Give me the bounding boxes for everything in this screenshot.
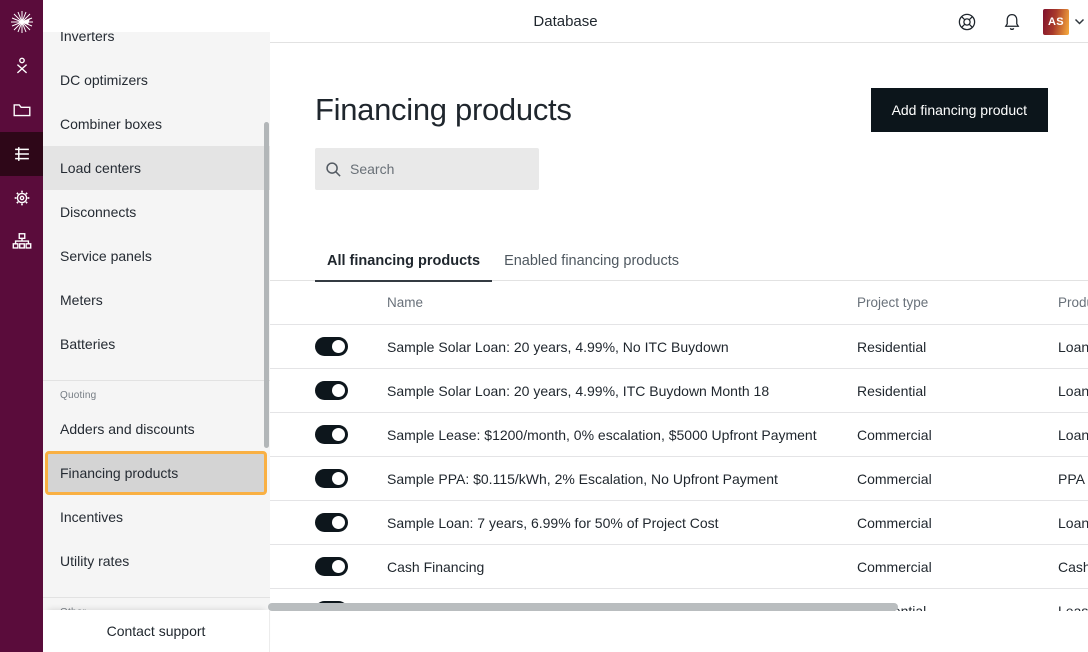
header-name: Name xyxy=(387,295,424,310)
enabled-toggle[interactable] xyxy=(315,381,348,400)
sidebar-item-disconnects[interactable]: Disconnects xyxy=(43,190,270,234)
cell-product-type: Cash xyxy=(1058,558,1088,575)
contact-support-button[interactable]: Contact support xyxy=(107,623,206,639)
cell-name: Sample Solar Loan: 20 years, 4.99%, No I… xyxy=(387,338,729,355)
cell-project-type: Commercial xyxy=(857,558,932,575)
help-icon[interactable] xyxy=(954,0,980,43)
table-row[interactable]: Sample Loan: 7 years, 6.99% for 50% of P… xyxy=(270,501,1088,545)
toggle-knob xyxy=(332,560,345,573)
cell-project-type: Residential xyxy=(857,338,927,355)
sidebar-item-financing-products[interactable]: Financing products xyxy=(45,451,267,495)
toggle-knob xyxy=(332,340,345,353)
cell-toggle xyxy=(315,337,387,356)
cell-name: Sample Lease: $1200/month, 0% escalation… xyxy=(387,426,817,443)
tab-enabled-financing-products[interactable]: Enabled financing products xyxy=(492,240,691,281)
enabled-toggle[interactable] xyxy=(315,469,348,488)
search-icon xyxy=(326,161,341,177)
sidebar-section-label: Other xyxy=(43,598,270,610)
notifications-bell-icon[interactable] xyxy=(999,0,1025,43)
enabled-toggle[interactable] xyxy=(315,557,348,576)
sidebar-section-label: Quoting xyxy=(60,390,97,401)
cell-name: Sample Loan: 7 years, 6.99% for 50% of P… xyxy=(387,514,719,531)
folders-icon[interactable] xyxy=(0,88,43,132)
table-row[interactable]: Cash Financing Commercial Cash xyxy=(270,545,1088,589)
cell-toggle xyxy=(315,557,387,576)
table-horizontal-scrollbar[interactable] xyxy=(268,603,898,611)
avatar-initials: AS xyxy=(1048,16,1064,28)
toggle-knob xyxy=(332,516,345,529)
cell-product-type: Loan xyxy=(1058,426,1088,443)
enabled-toggle[interactable] xyxy=(315,513,348,532)
cell-toggle xyxy=(315,469,387,488)
page-title: Financing products xyxy=(315,92,572,127)
cell-product-type: PPA xyxy=(1058,470,1085,487)
topbar-sidebar-cover xyxy=(43,0,270,32)
header-product-type: Product type xyxy=(1058,295,1088,310)
table-row[interactable]: Sample Lease: $1200/month, 0% escalation… xyxy=(270,413,1088,457)
cell-project-type: Commercial xyxy=(857,514,932,531)
cell-toggle xyxy=(315,381,387,400)
search-box xyxy=(315,148,539,190)
table-header-row: Name Project type Product type xyxy=(270,281,1088,325)
cell-project-type: Commercial xyxy=(857,426,932,443)
sidebar-sections: Inverters DC optimizers Combiner boxes Load… xyxy=(43,32,270,610)
table-row[interactable]: Sample Solar Loan: 20 years, 4.99%, ITC … xyxy=(270,369,1088,413)
cell-product-type: Loan xyxy=(1058,338,1088,355)
tab-all-financing-products[interactable]: All financing products xyxy=(315,240,493,282)
avatar[interactable]: AS xyxy=(1043,9,1069,35)
financing-products-table: Name Project type Product type Sample So… xyxy=(270,281,1088,611)
toggle-knob xyxy=(332,428,345,441)
organization-icon[interactable] xyxy=(0,220,43,264)
cell-product-type: Loan xyxy=(1058,514,1088,531)
sidebar-item-dc-optimizers[interactable]: DC optimizers xyxy=(43,58,270,102)
sidebar-item-adders-and-discounts[interactable]: Adders and discounts xyxy=(43,407,270,451)
table-body: Sample Solar Loan: 20 years, 4.99%, No I… xyxy=(270,325,1088,611)
account-menu-chevron-down-icon[interactable] xyxy=(1071,0,1087,43)
database-icon[interactable] xyxy=(0,132,43,176)
icon-rail xyxy=(0,0,43,652)
header-project-type: Project type xyxy=(857,295,929,310)
toggle-knob xyxy=(332,472,345,485)
tab-bar: All financing products Enabled financing… xyxy=(270,240,1088,282)
sidebar-item-utility-rates[interactable]: Utility rates xyxy=(43,539,270,583)
main-content: Financing products Add financing product… xyxy=(270,44,1088,652)
table-row[interactable]: Sample Solar Loan: 20 years, 4.99%, No I… xyxy=(270,325,1088,369)
cell-project-type: Commercial xyxy=(857,470,932,487)
cell-toggle xyxy=(315,425,387,444)
sidebar-item-batteries[interactable]: Batteries xyxy=(43,322,270,366)
sidebar-item-meters[interactable]: Meters xyxy=(43,278,270,322)
enabled-toggle[interactable] xyxy=(315,337,348,356)
sidebar-item-inverters[interactable]: Inverters xyxy=(43,32,270,58)
sidebar-item-incentives[interactable]: Incentives xyxy=(43,495,270,539)
cell-product-type: Loan xyxy=(1058,382,1088,399)
cell-product-type: Lease xyxy=(1058,602,1088,612)
cell-project-type: Residential xyxy=(857,382,927,399)
search-input[interactable] xyxy=(350,161,529,177)
sidebar: Inverters DC optimizers Combiner boxes Load… xyxy=(43,32,270,610)
add-financing-product-button[interactable]: Add financing product xyxy=(870,88,1048,132)
aurora-logo-icon[interactable] xyxy=(0,0,43,44)
cell-name: Sample Solar Loan: 20 years, 4.99%, ITC … xyxy=(387,382,770,399)
toggle-knob xyxy=(332,384,345,397)
sidebar-scrollbar[interactable] xyxy=(264,122,269,448)
settings-icon[interactable] xyxy=(0,176,43,220)
sidebar-item-load-centers[interactable]: Load centers xyxy=(43,146,270,190)
cell-name: Sample PPA: $0.115/kWh, 2% Escalation, N… xyxy=(387,470,778,487)
sidebar-item-combiner-boxes[interactable]: Combiner boxes xyxy=(43,102,270,146)
cell-name: Cash Financing xyxy=(387,558,485,575)
table-row[interactable]: Sample PPA: $0.115/kWh, 2% Escalation, N… xyxy=(270,457,1088,501)
sidebar-item-service-panels[interactable]: Service panels xyxy=(43,234,270,278)
projects-icon[interactable] xyxy=(0,44,43,88)
sidebar-footer: Contact support xyxy=(43,610,270,652)
enabled-toggle[interactable] xyxy=(315,425,348,444)
cell-toggle xyxy=(315,513,387,532)
